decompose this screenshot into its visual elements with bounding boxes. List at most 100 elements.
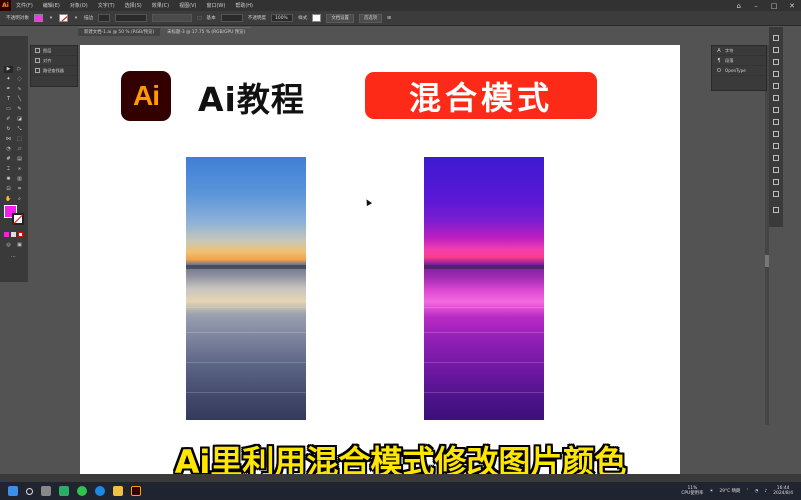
menu-select[interactable]: 选择(S) [120,2,147,9]
line-tool-icon[interactable]: ╲ [15,96,24,103]
stroke-icon[interactable] [773,95,779,101]
preferences-button[interactable]: 首选项 [358,13,383,23]
mesh-tool-icon[interactable]: # [4,156,13,163]
arrange-icon[interactable]: ⊞ [387,16,391,21]
properties-icon[interactable] [773,35,779,41]
fill-swatch[interactable] [33,14,43,22]
menu-object[interactable]: 对象(O) [65,2,93,9]
menu-window[interactable]: 窗口(W) [201,2,230,9]
stroke-color-box[interactable] [12,213,24,225]
panel-item-pathfinder[interactable]: 路径查找器 [31,66,77,76]
graphic-style-swatch[interactable] [312,14,322,22]
type-tool-icon[interactable]: T [4,96,13,103]
gradient-tool-icon[interactable]: ▤ [15,156,24,163]
opacity-field[interactable]: 100% [271,14,294,22]
direct-selection-tool-icon[interactable]: ▷ [15,66,24,73]
layers-icon[interactable] [773,155,779,161]
selection-tool-icon[interactable]: ▶ [4,66,13,73]
gradient-mode-icon[interactable] [11,232,16,237]
cpu-usage[interactable]: 11% CPU使用率 [681,486,703,496]
file-explorer-icon[interactable] [113,486,123,496]
free-transform-tool-icon[interactable]: ⬚ [15,136,24,143]
draw-mode-icon[interactable]: ◎ [4,242,13,249]
eyedropper-tool-icon[interactable]: ⌶ [4,166,13,173]
curvature-tool-icon[interactable]: ∿ [15,86,24,93]
panel-item-layers[interactable]: 图层 [31,46,77,56]
panel-item-paragraph[interactable]: ¶ 段落 [712,56,766,66]
screen-mode-icon[interactable]: ▣ [15,242,24,249]
brushes-icon[interactable] [773,71,779,77]
close-icon[interactable]: ✕ [783,2,801,10]
none-mode-icon[interactable] [18,232,23,237]
rectangle-tool-icon[interactable]: ▭ [4,106,13,113]
blended-photo[interactable] [424,157,544,420]
minimize-icon[interactable]: – [747,2,765,10]
rotate-tool-icon[interactable]: ↻ [4,126,13,133]
panel-item-character[interactable]: A 字符 [712,46,766,56]
stroke-weight-field[interactable] [98,14,111,22]
zoom-tool-icon[interactable]: ⌕ [15,196,24,203]
appearance-icon[interactable] [773,131,779,137]
wechat-icon[interactable] [59,486,69,496]
maximize-icon[interactable]: □ [765,2,783,10]
document-setup-button[interactable]: 文档设置 [326,13,354,23]
panel-item-align[interactable]: 对齐 [31,56,77,66]
gradient-icon[interactable] [773,107,779,113]
graphic-styles-icon[interactable] [773,143,779,149]
search-icon[interactable] [26,487,33,495]
shaper-tool-icon[interactable]: ✐ [4,116,13,123]
links-icon[interactable] [773,191,779,197]
artboard-tool-icon[interactable]: ⊡ [4,186,13,193]
pen-tool-icon[interactable]: ✒ [4,86,13,93]
app-green-icon[interactable] [77,486,87,496]
fill-stroke-control[interactable] [3,204,27,226]
paintbrush-tool-icon[interactable]: ✎ [15,106,24,113]
eraser-tool-icon[interactable]: ◪ [15,116,24,123]
home-icon[interactable]: ⌂ [731,2,747,10]
stroke-swatch[interactable] [58,14,68,22]
blend-tool-icon[interactable]: ∞ [15,166,24,173]
swatches-icon[interactable] [773,59,779,65]
width-tool-icon[interactable]: ⋈ [4,136,13,143]
shape-builder-tool-icon[interactable]: ◔ [4,146,13,153]
magic-wand-tool-icon[interactable]: ✦ [4,76,13,83]
browser-icon[interactable] [95,486,105,496]
color-mode-icon[interactable] [4,232,9,237]
chevron-up-icon[interactable]: ˄ [746,489,748,494]
menu-type[interactable]: 文字(T) [93,2,120,9]
hand-tool-icon[interactable]: ✋ [4,196,13,203]
original-photo[interactable] [186,157,306,420]
perspective-tool-icon[interactable]: ▱ [15,146,24,153]
basic-dropdown[interactable] [220,14,243,22]
artboards-icon[interactable] [773,167,779,173]
clock[interactable]: 16:44 2024/8/4 [773,486,793,496]
lasso-tool-icon[interactable]: ◌ [15,76,24,83]
asset-export-icon[interactable] [773,179,779,185]
brush-dropdown[interactable] [152,14,193,22]
task-view-icon[interactable] [41,486,51,496]
tab-document-2[interactable]: 未标题-3 @ 17.75 % (RGB/GPU 预览) [161,27,252,36]
weather-text[interactable]: 29°C 晴朗 [719,488,740,494]
start-icon[interactable] [8,486,18,496]
comments-icon[interactable] [773,207,779,213]
variable-width-dropdown[interactable] [115,14,148,22]
tab-document-1[interactable]: 新建文档-1.ai @ 50 % (RGB/预览) [78,27,161,36]
slice-tool-icon[interactable]: ⌗ [15,186,24,193]
style-icon[interactable]: ⬚ [197,16,201,21]
menu-effect[interactable]: 效果(C) [147,2,174,9]
scale-tool-icon[interactable]: ⤡ [15,126,24,133]
menu-help[interactable]: 帮助(H) [230,2,258,9]
menu-edit[interactable]: 编辑(E) [38,2,65,9]
panel-item-opentype[interactable]: O OpenType [712,66,766,76]
symbols-icon[interactable] [773,83,779,89]
illustrator-taskbar-icon[interactable] [131,486,141,496]
chevron-down-icon[interactable]: ▾ [48,16,54,21]
chevron-down-icon[interactable]: ▾ [73,16,79,21]
symbol-sprayer-tool-icon[interactable]: ✺ [4,176,13,183]
menu-file[interactable]: 文件(F) [11,2,38,9]
column-graph-tool-icon[interactable]: ▥ [15,176,24,183]
scrollbar-thumb[interactable] [765,255,769,267]
transparency-icon[interactable] [773,119,779,125]
volume-icon[interactable]: ♪ [764,489,767,494]
edit-toolbar-icon[interactable]: ⋯ [9,254,18,261]
